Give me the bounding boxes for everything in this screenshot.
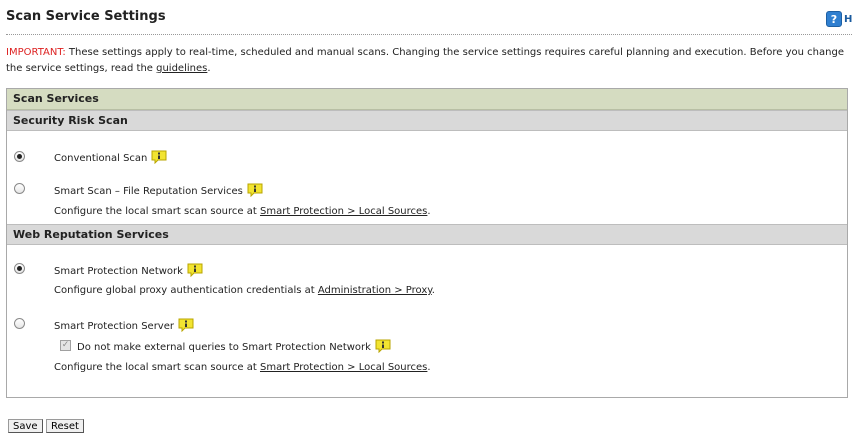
no-external-queries-label: Do not make external queries to Smart Pr… [77,342,371,353]
notice-suffix: . [207,63,211,74]
server-desc-suffix: . [427,362,431,373]
notice-text: These settings apply to real-time, sched… [6,47,844,74]
no-external-queries-option: Do not make external queries to Smart Pr… [77,339,391,353]
proxy-desc-text: Configure global proxy authentication cr… [54,285,318,296]
server-description: Configure the local smart scan source at… [54,362,431,373]
page-title: Scan Service Settings [6,9,166,24]
no-external-queries-checkbox[interactable]: ✓ [60,340,71,351]
smart-protection-server-option: Smart Protection Server [54,318,194,332]
smart-protection-network-radio[interactable] [14,263,25,274]
help-label: Help [844,13,852,25]
scan-services-panel: Scan Services Security Risk Scan Convent… [6,88,848,398]
smart-protection-server-label: Smart Protection Server [54,321,174,332]
guidelines-link[interactable]: guidelines [156,63,207,74]
security-risk-scan-header: Security Risk Scan [7,110,847,131]
info-icon[interactable] [178,318,194,332]
web-reputation-header: Web Reputation Services [7,224,847,245]
info-icon[interactable] [247,183,263,197]
save-button[interactable]: Save [8,419,43,433]
conventional-scan-radio[interactable] [14,151,25,162]
important-notice: IMPORTANT: These settings apply to real-… [6,45,848,77]
help-link[interactable]: ? Help [826,11,852,27]
smart-scan-description: Configure the local smart scan source at… [54,206,431,217]
administration-proxy-link[interactable]: Administration > Proxy [318,285,432,296]
scan-services-header: Scan Services [7,89,847,110]
help-icon: ? [826,11,842,27]
proxy-description: Configure global proxy authentication cr… [54,285,435,296]
proxy-desc-suffix: . [431,285,435,296]
smart-protection-server-radio[interactable] [14,318,25,329]
smart-scan-desc-suffix: . [427,206,431,217]
conventional-scan-option: Conventional Scan [54,150,167,164]
title-divider [6,34,852,35]
smart-scan-option: Smart Scan – File Reputation Services [54,183,263,197]
info-icon[interactable] [375,339,391,353]
conventional-scan-label: Conventional Scan [54,153,148,164]
reset-button[interactable]: Reset [46,419,84,433]
smart-scan-label: Smart Scan – File Reputation Services [54,186,243,197]
smart-scan-radio[interactable] [14,183,25,194]
smart-scan-desc-text: Configure the local smart scan source at [54,206,260,217]
local-sources-link[interactable]: Smart Protection > Local Sources [260,206,427,217]
smart-protection-network-option: Smart Protection Network [54,263,203,277]
important-prefix: IMPORTANT: [6,47,66,58]
server-desc-text: Configure the local smart scan source at [54,362,260,373]
info-icon[interactable] [187,263,203,277]
smart-protection-network-label: Smart Protection Network [54,266,183,277]
info-icon[interactable] [151,150,167,164]
local-sources-link-2[interactable]: Smart Protection > Local Sources [260,362,427,373]
